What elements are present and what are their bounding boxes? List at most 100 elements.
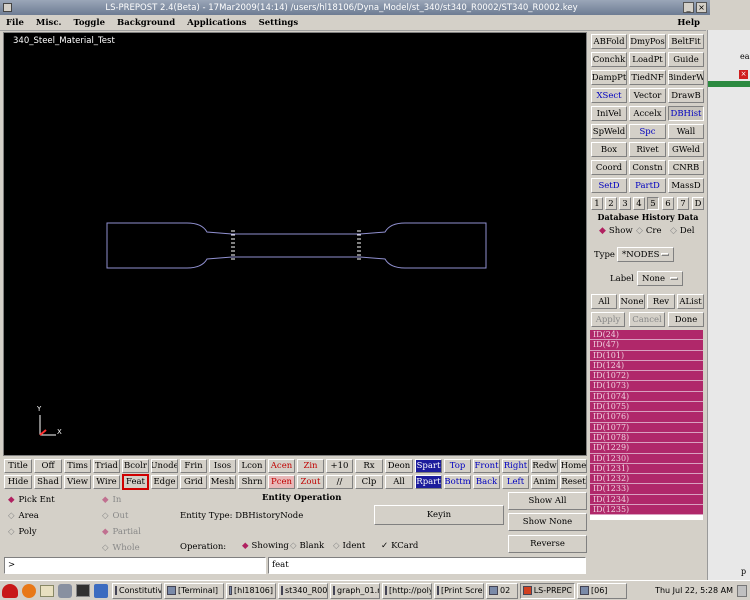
damppt-button[interactable]: DampPt (591, 70, 627, 85)
spweld-button[interactable]: SpWeld (591, 124, 627, 139)
out-radio[interactable]: ◇ Out (102, 511, 128, 521)
deon-button[interactable]: Deon (385, 459, 413, 473)
id-list-item[interactable]: ID(24) (590, 330, 703, 341)
done-button[interactable]: Done (668, 312, 704, 327)
id-list-item[interactable]: ID(1233) (590, 484, 703, 495)
blank-radio[interactable]: ◇ Blank (290, 541, 324, 551)
id-list-item[interactable]: ID(1073) (590, 381, 703, 392)
page-tab-7[interactable]: 7 (677, 197, 689, 210)
mail-icon[interactable] (40, 584, 54, 597)
close-icon[interactable]: × (696, 2, 707, 13)
redhat-menu-icon[interactable] (2, 583, 18, 598)
box-button[interactable]: Box (591, 142, 627, 157)
triad-button[interactable]: Triad (93, 459, 120, 473)
background-close-icon[interactable]: × (739, 70, 748, 79)
dbhist-button[interactable]: DBHist (668, 106, 704, 121)
zin-button[interactable]: Zin (297, 459, 324, 473)
page-tab-1[interactable]: 1 (591, 197, 603, 210)
id-list-item[interactable]: ID(1076) (590, 412, 703, 423)
drawb-button[interactable]: DrawB (668, 88, 704, 103)
page-tab-d[interactable]: D (692, 197, 704, 210)
feat-button[interactable]: Feat (122, 474, 149, 490)
front-view-button[interactable]: Front (473, 459, 500, 473)
left-view-button[interactable]: Left (502, 475, 529, 489)
inivel-button[interactable]: IniVel (591, 106, 627, 121)
area-radio[interactable]: ◇ Area (8, 511, 39, 521)
frin-button[interactable]: Frin (180, 459, 207, 473)
cnrb-button[interactable]: CNRB (668, 160, 704, 175)
taskbar-task-hl18106[interactable]: [hl18106] (226, 582, 276, 599)
page-tab-3[interactable]: 3 (619, 197, 631, 210)
edge-button[interactable]: Edge (151, 475, 178, 489)
pick-ent-radio[interactable]: ◆ Pick Ent (8, 495, 55, 505)
show-desktop-icon[interactable] (737, 584, 747, 597)
id-list-item[interactable]: ID(1230) (590, 453, 703, 464)
radio-del[interactable]: ◇ Del (670, 226, 695, 236)
ident-radio[interactable]: ◇ Ident (333, 541, 365, 551)
title-button[interactable]: Title (4, 459, 32, 473)
select-all-button[interactable]: All (591, 294, 617, 309)
plus10-button[interactable]: +10 (326, 459, 353, 473)
radio-cre[interactable]: ◇ Cre (636, 226, 662, 236)
id-list-item[interactable]: ID(1232) (590, 474, 703, 485)
select-alist-button[interactable]: AList (677, 294, 704, 309)
id-list-item[interactable]: ID(1235) (590, 505, 703, 516)
taskbar-task-lsprepost[interactable]: LS-PREPC (520, 582, 575, 599)
binderw-button[interactable]: BinderW (668, 70, 704, 85)
taskbar-task-graph[interactable]: graph_01.n (330, 582, 380, 599)
top-view-button[interactable]: Top (444, 459, 471, 473)
grid-button[interactable]: Grid (180, 475, 207, 489)
showing-radio[interactable]: ◆ Showing (242, 541, 289, 551)
isos-button[interactable]: Isos (209, 459, 236, 473)
taskbar-task-constitutive[interactable]: Constitutiv (112, 582, 162, 599)
menu-toggle[interactable]: Toggle (67, 18, 111, 28)
select-none-button[interactable]: None (619, 294, 645, 309)
view-button[interactable]: View (64, 475, 91, 489)
lcon-button[interactable]: Lcon (238, 459, 266, 473)
menu-file[interactable]: File (0, 18, 30, 28)
radio-show[interactable]: ◆ Show (599, 226, 633, 236)
vector-button[interactable]: Vector (629, 88, 666, 103)
id-list[interactable]: ID(24) ID(47) ID(101) ID(124) ID(1072) I… (590, 330, 703, 520)
zout-button[interactable]: Zout (297, 475, 324, 489)
taskbar-task-terminal[interactable]: [Terminal] (164, 582, 224, 599)
minimize-icon[interactable]: _ (683, 2, 694, 13)
wire-button[interactable]: Wire (93, 475, 120, 489)
reverse-button[interactable]: Reverse (508, 535, 587, 553)
whole-radio[interactable]: ◇ Whole (102, 543, 140, 553)
xsect-button[interactable]: XSect (591, 88, 627, 103)
id-list-item[interactable]: ID(1078) (590, 432, 703, 444)
double-slash-button[interactable]: // (326, 475, 353, 489)
apply-button[interactable]: Apply (591, 312, 625, 327)
command-history[interactable]: feat (268, 557, 586, 574)
command-input[interactable]: > (4, 557, 266, 574)
hide-button[interactable]: Hide (4, 475, 32, 489)
taskbar-task-06[interactable]: [06] (577, 582, 627, 599)
reset-button[interactable]: Reset (560, 475, 587, 489)
home-button[interactable]: Home (560, 459, 587, 473)
menu-help[interactable]: Help (671, 18, 706, 28)
shad-button[interactable]: Shad (34, 475, 62, 489)
pcen-button[interactable]: Pcen (268, 475, 295, 489)
bcolr-button[interactable]: Bcolr (122, 459, 149, 473)
id-list-item[interactable]: ID(1231) (590, 463, 703, 475)
poly-radio[interactable]: ◇ Poly (8, 527, 37, 537)
acen-button[interactable]: Acen (268, 459, 295, 473)
menu-applications[interactable]: Applications (181, 18, 252, 28)
beltfit-button[interactable]: BeltFit (668, 34, 704, 49)
type-dropdown[interactable]: *NODES (617, 247, 674, 262)
terminal-launch-icon[interactable] (76, 584, 90, 597)
id-list-item[interactable]: ID(101) (590, 350, 703, 361)
rivet-button[interactable]: Rivet (629, 142, 666, 157)
show-none-button[interactable]: Show None (508, 513, 587, 531)
spart-button[interactable]: Spart (415, 459, 442, 473)
tiednf-button[interactable]: TiedNF (629, 70, 666, 85)
graphics-viewport[interactable]: 340_Steel_Material_Test Y X (3, 32, 587, 456)
right-view-button[interactable]: Right (502, 459, 529, 473)
coord-button[interactable]: Coord (591, 160, 627, 175)
constn-button[interactable]: Constn (629, 160, 666, 175)
firefox-icon[interactable] (22, 583, 36, 598)
id-list-item[interactable]: ID(47) (590, 340, 703, 351)
editor-launch-icon[interactable] (94, 583, 108, 598)
bottom-view-button[interactable]: Bottm (444, 475, 471, 489)
